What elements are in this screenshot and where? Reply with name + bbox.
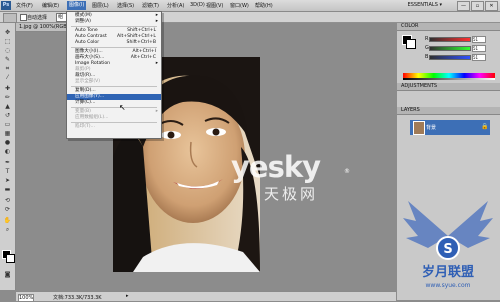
color-panel-header[interactable]: COLOR bbox=[397, 23, 500, 31]
red-value[interactable]: 51 bbox=[472, 36, 486, 43]
blue-value[interactable]: 51 bbox=[472, 54, 486, 61]
menu-item-label: Auto Color bbox=[75, 40, 100, 45]
red-slider-label: R bbox=[425, 36, 429, 42]
image-menu-item[interactable]: 计算(C)... bbox=[67, 100, 161, 106]
photoshop-logo: Ps bbox=[1, 1, 11, 10]
image-menu-item: 显示全部(V) bbox=[67, 79, 161, 85]
maximize-icon[interactable]: ▫ bbox=[471, 1, 484, 11]
menu-separator bbox=[71, 122, 157, 123]
3d-rotate-tool-icon[interactable]: ⟲ bbox=[3, 197, 12, 204]
image-menu-item: 应用数据组(L)... bbox=[67, 115, 161, 121]
red-slider-row[interactable]: R 51 bbox=[425, 36, 495, 43]
menu-edit[interactable]: 编辑(E) bbox=[42, 2, 59, 9]
lasso-tool-icon[interactable]: ◌ bbox=[3, 47, 12, 54]
status-menu-arrow-icon[interactable]: ▸ bbox=[126, 293, 129, 299]
dodge-tool-icon[interactable]: ◐ bbox=[3, 148, 12, 155]
path-select-tool-icon[interactable]: ➤ bbox=[3, 177, 12, 184]
brush-tool-icon[interactable]: ✏ bbox=[3, 94, 12, 101]
image-menu-item: 陷印(T)... bbox=[67, 124, 161, 130]
healing-brush-tool-icon[interactable]: ✚ bbox=[3, 85, 12, 92]
menu-select[interactable]: 选择(S) bbox=[117, 2, 134, 9]
marquee-tool-icon[interactable]: ⬚ bbox=[3, 38, 12, 45]
zoom-tool-icon[interactable]: ⌕ bbox=[3, 226, 12, 233]
menu-3d[interactable]: 3D(D) bbox=[190, 2, 205, 8]
layer-name: 背景 bbox=[426, 125, 437, 131]
history-brush-tool-icon[interactable]: ↺ bbox=[3, 112, 12, 119]
menu-analysis[interactable]: 分析(A) bbox=[167, 2, 184, 9]
clone-stamp-tool-icon[interactable]: ▲ bbox=[3, 103, 12, 110]
image-menu-item[interactable]: 调整(A) ▸ bbox=[67, 19, 161, 25]
blur-tool-icon[interactable]: ● bbox=[3, 139, 12, 146]
workspace-switcher[interactable]: ESSENTIALS ▾ bbox=[408, 2, 442, 8]
blue-slider[interactable] bbox=[429, 55, 471, 60]
minimize-icon[interactable]: — bbox=[457, 1, 470, 11]
submenu-arrow-icon: ▸ bbox=[155, 19, 158, 24]
menu-item-label: 应用数据组(L)... bbox=[75, 115, 109, 120]
menu-item-label: 调整(A) bbox=[75, 19, 91, 24]
blue-slider-label: B bbox=[425, 54, 429, 60]
menu-help[interactable]: 帮助(H) bbox=[255, 2, 273, 9]
gradient-tool-icon[interactable]: ▦ bbox=[3, 130, 12, 137]
menu-filter[interactable]: 滤镜(T) bbox=[142, 2, 159, 9]
eyedropper-tool-icon[interactable]: ⁄ bbox=[3, 74, 12, 81]
red-slider[interactable] bbox=[429, 37, 471, 42]
move-tool-preset-icon[interactable] bbox=[3, 13, 17, 23]
3d-camera-tool-icon[interactable]: ⟳ bbox=[3, 206, 12, 213]
auto-select-checkbox[interactable] bbox=[20, 14, 27, 21]
move-tool-icon[interactable]: ✥ bbox=[3, 29, 12, 36]
site-url: www.syue.com bbox=[426, 282, 471, 289]
menu-image[interactable]: 图像(I) bbox=[67, 1, 87, 10]
menu-separator bbox=[71, 47, 157, 48]
menu-window[interactable]: 窗口(W) bbox=[230, 2, 249, 9]
window-controls: — ▫ ✕ bbox=[456, 1, 498, 11]
site-name: 岁月联盟 bbox=[422, 264, 474, 280]
menu-separator bbox=[71, 26, 157, 27]
layer-thumbnail bbox=[413, 121, 425, 135]
eraser-tool-icon[interactable]: ▭ bbox=[3, 121, 12, 128]
lock-icon: 🔒 bbox=[481, 123, 489, 130]
menu-item-label: 计算(C)... bbox=[75, 100, 96, 105]
menu-separator bbox=[71, 107, 157, 108]
green-value[interactable]: 51 bbox=[472, 45, 486, 52]
adjustments-panel-header[interactable]: ADJUSTMENTS bbox=[397, 83, 500, 91]
image-menu-item[interactable]: Auto Color Shift+Ctrl+B bbox=[67, 40, 161, 46]
registered-mark: ® bbox=[344, 168, 350, 175]
logo-badge-letter: S bbox=[443, 242, 452, 257]
syue-watermark-logo: S 岁月联盟 www.syue.com bbox=[403, 201, 493, 289]
type-tool-icon[interactable]: T bbox=[3, 168, 12, 175]
yesky-watermark: yesky bbox=[231, 150, 321, 184]
close-icon[interactable]: ✕ bbox=[485, 1, 498, 11]
menu-view[interactable]: 视图(V) bbox=[206, 2, 223, 9]
blue-slider-row[interactable]: B 51 bbox=[425, 54, 495, 61]
green-slider-row[interactable]: G 51 bbox=[425, 45, 495, 52]
zoom-level-field[interactable]: 100% bbox=[18, 294, 34, 302]
image-menu-dropdown: 模式(M) ▸ 调整(A) ▸ Auto Tone Shift+Ctrl+L Auto Co… bbox=[66, 11, 162, 139]
menu-item-label: 显示全部(V) bbox=[75, 79, 101, 84]
quick-select-tool-icon[interactable]: ✎ bbox=[3, 56, 12, 63]
green-slider[interactable] bbox=[429, 46, 471, 51]
mouse-cursor-icon: ↖ bbox=[119, 103, 126, 112]
quick-mask-icon[interactable]: ◙ bbox=[3, 271, 12, 278]
layers-panel-header[interactable]: LAYERS bbox=[397, 107, 500, 115]
tianji-watermark: 天极网 bbox=[264, 185, 319, 203]
menu-file[interactable]: 文件(F) bbox=[16, 2, 33, 9]
pen-tool-icon[interactable]: ✒ bbox=[3, 159, 12, 166]
shape-tool-icon[interactable]: ▬ bbox=[3, 186, 12, 193]
auto-select-label: 自动选择 bbox=[27, 15, 48, 21]
hand-tool-icon[interactable]: ✋ bbox=[3, 217, 12, 224]
menu-separator bbox=[71, 86, 157, 87]
grayscale-ramp[interactable] bbox=[403, 78, 495, 80]
menu-item-label: 陷印(T)... bbox=[75, 124, 95, 129]
panel-background-swatch[interactable] bbox=[406, 39, 416, 49]
toolbox: ✥ ⬚ ◌ ✎ ⌗ ⁄ ✚ ✏ ▲ ↺ ▭ ▦ ● ◐ ✒ T ➤ ▬ ⟲ ⟳ … bbox=[0, 23, 16, 290]
menu-layer[interactable]: 图层(L) bbox=[92, 2, 109, 9]
menu-item-shortcut: Shift+Ctrl+B bbox=[126, 40, 156, 45]
crop-tool-icon[interactable]: ⌗ bbox=[3, 65, 12, 72]
background-color-swatch[interactable] bbox=[6, 254, 15, 263]
